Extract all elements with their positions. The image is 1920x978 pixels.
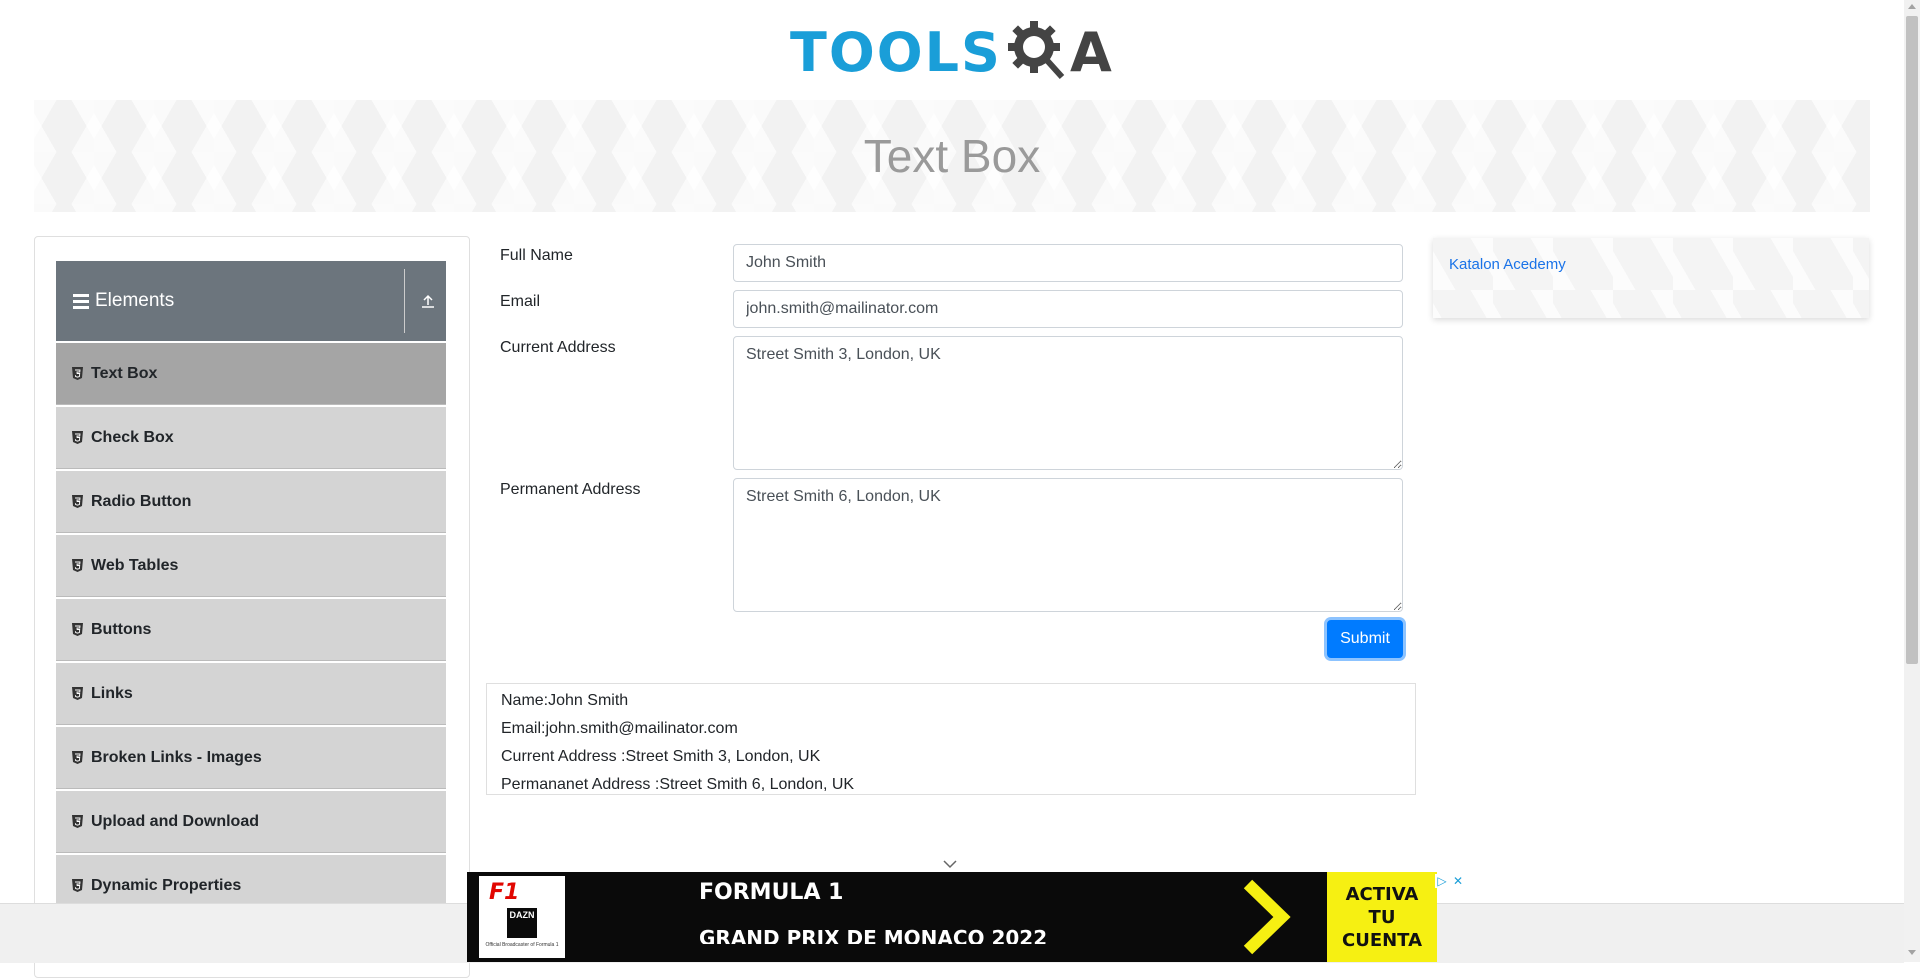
elements-group-header[interactable]: Elements [56, 261, 446, 341]
toolsqa-logo[interactable]: TOOLS A [790, 14, 1120, 92]
logo-text: TOOLS [790, 21, 1002, 84]
html5-icon [72, 559, 83, 572]
email-input[interactable] [733, 290, 1403, 328]
ad-small-print: Official Broadcaster of Formula 1 [485, 942, 559, 948]
sidebar-item-label: Web Tables [91, 556, 179, 574]
adchoices-icon[interactable]: ▷ [1435, 874, 1449, 888]
divider [404, 269, 405, 333]
full-name-input[interactable] [733, 244, 1403, 282]
html5-icon [72, 431, 83, 444]
sidebar-item-label: Upload and Download [91, 812, 259, 830]
scrollbar-thumb[interactable] [1906, 16, 1918, 664]
cta-line-1: ACTIVA [1345, 883, 1419, 905]
f1-logo: F1 [489, 880, 520, 905]
email-label: Email [500, 293, 541, 310]
collapse-icon[interactable] [420, 293, 436, 314]
f1-dazn-logo: F1 DAZN Official Broadcaster of Formula … [479, 876, 565, 958]
permanent-address-textarea[interactable]: Street Smith 6, London, UK [733, 478, 1403, 612]
sidebar-menu: Text Box Check Box Radio Button Web Tabl… [56, 343, 446, 919]
html5-icon [72, 815, 83, 828]
sidebar-item-label: Text Box [91, 364, 158, 382]
sidebar-item-label: Broken Links - Images [91, 748, 262, 766]
sidebar-item-broken-links[interactable]: Broken Links - Images [56, 727, 446, 789]
page-title: Text Box [863, 130, 1041, 182]
output-permanent-address: Permananet Address :Street Smith 6, Lond… [501, 776, 855, 793]
sidebar-item-text-box[interactable]: Text Box [56, 343, 446, 405]
chevron-right-icon [1242, 878, 1292, 961]
group-title: Elements [95, 290, 175, 311]
ad-title: FORMULA 1 [699, 880, 844, 905]
output-email: Email:john.smith@mailinator.com [501, 720, 738, 737]
formula1-ad-banner[interactable]: F1 DAZN Official Broadcaster of Formula … [467, 872, 1437, 962]
output-current-address: Current Address :Street Smith 3, London,… [501, 748, 821, 765]
sidebar-item-web-tables[interactable]: Web Tables [56, 535, 446, 597]
html5-icon [72, 623, 83, 636]
ad-subtitle: GRAND PRIX DE MONACO 2022 [699, 926, 1048, 944]
sidebar-item-upload-download[interactable]: Upload and Download [56, 791, 446, 853]
dazn-logo: DAZN [507, 908, 537, 938]
sidebar-item-label: Check Box [91, 428, 174, 446]
cta-line-2: TU [1368, 906, 1396, 928]
sidebar-item-label: Links [91, 684, 133, 702]
cta-line-3: CUENTA [1342, 929, 1422, 951]
sidebar-item-label: Dynamic Properties [91, 876, 242, 894]
html5-icon [72, 495, 83, 508]
sidebar-item-label: Radio Button [91, 492, 192, 510]
ad-cta-button[interactable]: ACTIVA TU CUENTA [1327, 872, 1437, 962]
scroll-down-icon[interactable] [1908, 950, 1916, 955]
sidebar-item-label: Buttons [91, 620, 152, 638]
katalon-ad[interactable]: Katalon Acedemy [1433, 238, 1869, 318]
permanent-address-label: Permanent Address [500, 481, 641, 498]
sidebar-item-check-box[interactable]: Check Box [56, 407, 446, 469]
page-banner: Text Box [34, 100, 1870, 212]
scroll-up-icon[interactable] [1908, 4, 1916, 9]
close-icon[interactable]: ✕ [1451, 874, 1465, 888]
sidebar-item-links[interactable]: Links [56, 663, 446, 725]
current-address-label: Current Address [500, 339, 616, 356]
html5-icon [72, 367, 83, 380]
current-address-textarea[interactable]: Street Smith 3, London, UK [733, 336, 1403, 470]
html5-icon [72, 687, 83, 700]
html5-icon [72, 879, 83, 892]
katalon-ad-alt-text[interactable]: Katalon Acedemy [1449, 256, 1566, 273]
submit-button[interactable]: Submit [1327, 620, 1403, 658]
hamburger-icon [73, 291, 89, 312]
logo-text-end: A [1069, 21, 1112, 84]
html5-icon [72, 751, 83, 764]
sidebar-item-buttons[interactable]: Buttons [56, 599, 446, 661]
output-name: Name:John Smith [501, 692, 629, 709]
gear-magnifier-icon [1006, 19, 1070, 88]
full-name-label: Full Name [500, 247, 573, 264]
sidebar-item-radio-button[interactable]: Radio Button [56, 471, 446, 533]
output-box: Name:John Smith Email:john.smith@mailina… [486, 683, 1416, 795]
left-panel: Elements Text Box Check Box Radio Button… [34, 236, 470, 978]
ad-controls: ▷ ✕ [1435, 874, 1465, 888]
